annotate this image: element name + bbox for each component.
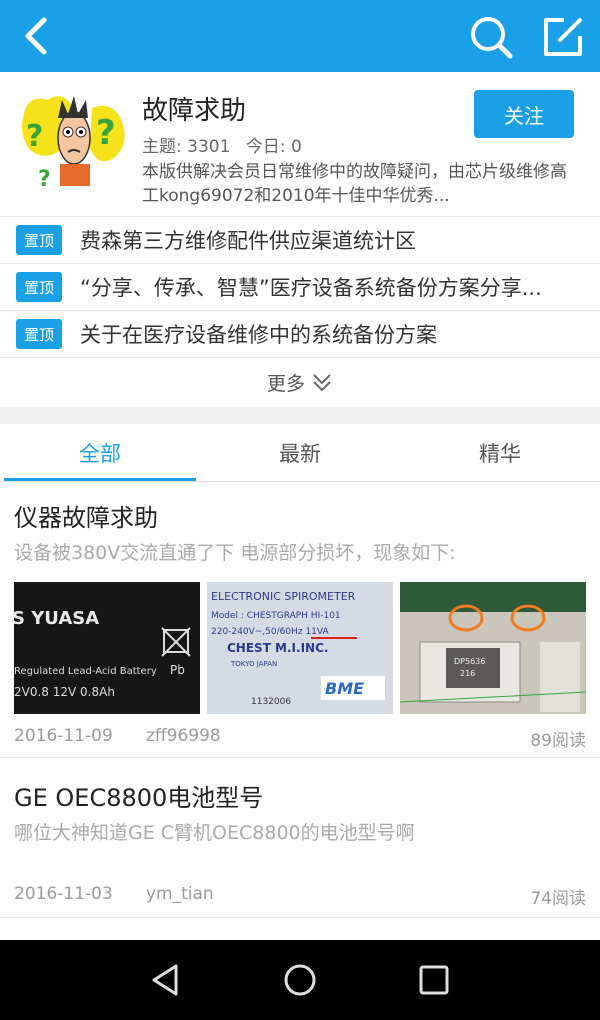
topics-count: 主题: 3301 [142,137,231,157]
search-icon[interactable] [468,14,514,60]
svg-text:?: ? [96,113,116,153]
system-nav-bar [0,940,600,1020]
pinned-tag: 置顶 [16,225,62,255]
svg-text:?: ? [26,119,43,154]
post-date: 2016-11-03 [14,884,113,904]
tab-bar: 全部 最新 精华 [0,424,600,482]
svg-text:?: ? [38,167,51,192]
forum-header: ? ? ? 故障求助 主题: 3301 今日: 0 本版供解决会员日常维修中的故… [0,72,600,216]
thumb-text: Regulated Lead-Acid Battery [14,666,157,677]
thumb-text: CHEST M.I.INC. [227,641,328,655]
more-label: 更多 [266,373,305,395]
pinned-item[interactable]: 置顶 费森第三方维修配件供应渠道统计区 [0,216,600,263]
forum-title: 故障求助 [142,96,247,126]
double-chevron-down-icon [313,373,331,391]
pinned-item[interactable]: 置顶 “分享、传承、智慧”医疗设备系统备份方案分享... [0,263,600,310]
pinned-item-title: 费森第三方维修配件供应渠道统计区 [80,229,416,253]
more-button[interactable]: 更多 [0,357,600,407]
post-thumbnail[interactable]: ELECTRONIC SPIROMETER Model : CHESTGRAPH… [207,582,393,714]
compose-icon[interactable] [540,14,586,60]
pinned-item-title: “分享、传承、智慧”医疗设备系统备份方案分享... [80,276,542,300]
thumb-text: Model : CHESTGRAPH HI-101 [211,611,341,621]
top-bar [0,0,600,72]
post-list: 仪器故障求助 设备被380V交流直通了下 电源部分损坏，现象如下: S YUAS… [0,482,600,940]
forum-stats: 主题: 3301 今日: 0 [142,132,312,157]
post-meta: 2016-11-03 ym_tian 74阅读 [14,884,586,909]
thumb-text: ELECTRONIC SPIROMETER [211,590,356,603]
thumb-text: 220-240V~,50/60Hz 11VA [211,627,329,637]
pinned-tag: 置顶 [16,319,62,349]
thumb-text: DP5636 [454,657,485,666]
today-count: 今日: 0 [245,137,302,157]
thumb-text: 1132006 [251,697,291,707]
forum-logo-image: ? ? ? [18,84,130,196]
pinned-tag: 置顶 [16,272,62,302]
post-author[interactable]: zff96998 [146,726,221,746]
tab-active-indicator [4,478,196,481]
post-meta: 2016-11-09 zff96998 89阅读 [14,726,586,751]
post-item[interactable]: 仪器故障求助 设备被380V交流直通了下 电源部分损坏，现象如下: S YUAS… [0,482,600,758]
post-views: 74阅读 [530,889,586,909]
post-title: 仪器故障求助 [14,504,158,532]
post-date: 2016-11-09 [14,726,113,746]
thumb-text: TOKYO JAPAN [230,660,277,668]
thumb-text: BME [325,679,364,698]
post-thumbnail[interactable]: DP5636 216 [400,582,586,714]
tab-all-label: 全部 [79,441,121,466]
post-item[interactable]: GE OEC8800电池型号 哪位大神知道GE C臂机OEC8800的电池型号啊… [0,758,600,918]
follow-button[interactable]: 关注 [474,90,574,138]
thumb-text: 216 [460,669,475,678]
post-title: GE OEC8800电池型号 [14,784,264,812]
thumb-text: 2V0.8 12V 0.8Ah [14,685,115,699]
pinned-list: 置顶 费森第三方维修配件供应渠道统计区 置顶 “分享、传承、智慧”医疗设备系统备… [0,216,600,407]
thumb-text: S YUASA [14,608,99,629]
back-arrow-icon[interactable] [18,14,58,58]
post-thumbnail[interactable]: S YUASA Pb Regulated Lead-Acid Battery 2… [14,582,200,714]
nav-back-icon[interactable] [146,960,186,1000]
thumb-text: Pb [170,663,185,677]
post-excerpt: 哪位大神知道GE C臂机OEC8800的电池型号啊 [14,822,415,844]
nav-recents-icon[interactable] [414,960,454,1000]
nav-home-icon[interactable] [280,960,320,1000]
pinned-item-title: 关于在医疗设备维修中的系统备份方案 [80,323,437,347]
forum-description: 本版供解决会员日常维修中的故障疑问，由芯片级维修高工kong69072和2010… [142,162,567,206]
tab-latest-label: 最新 [279,441,321,466]
post-excerpt: 设备被380V交流直通了下 电源部分损坏，现象如下: [14,542,456,564]
post-author[interactable]: ym_tian [146,884,214,904]
pinned-item[interactable]: 置顶 关于在医疗设备维修中的系统备份方案 [0,310,600,357]
post-views: 89阅读 [530,731,586,751]
tab-featured-label: 精华 [479,441,521,466]
tab-featured[interactable]: 精华 [400,424,600,481]
tab-all[interactable]: 全部 [0,424,200,481]
tab-latest[interactable]: 最新 [200,424,400,481]
